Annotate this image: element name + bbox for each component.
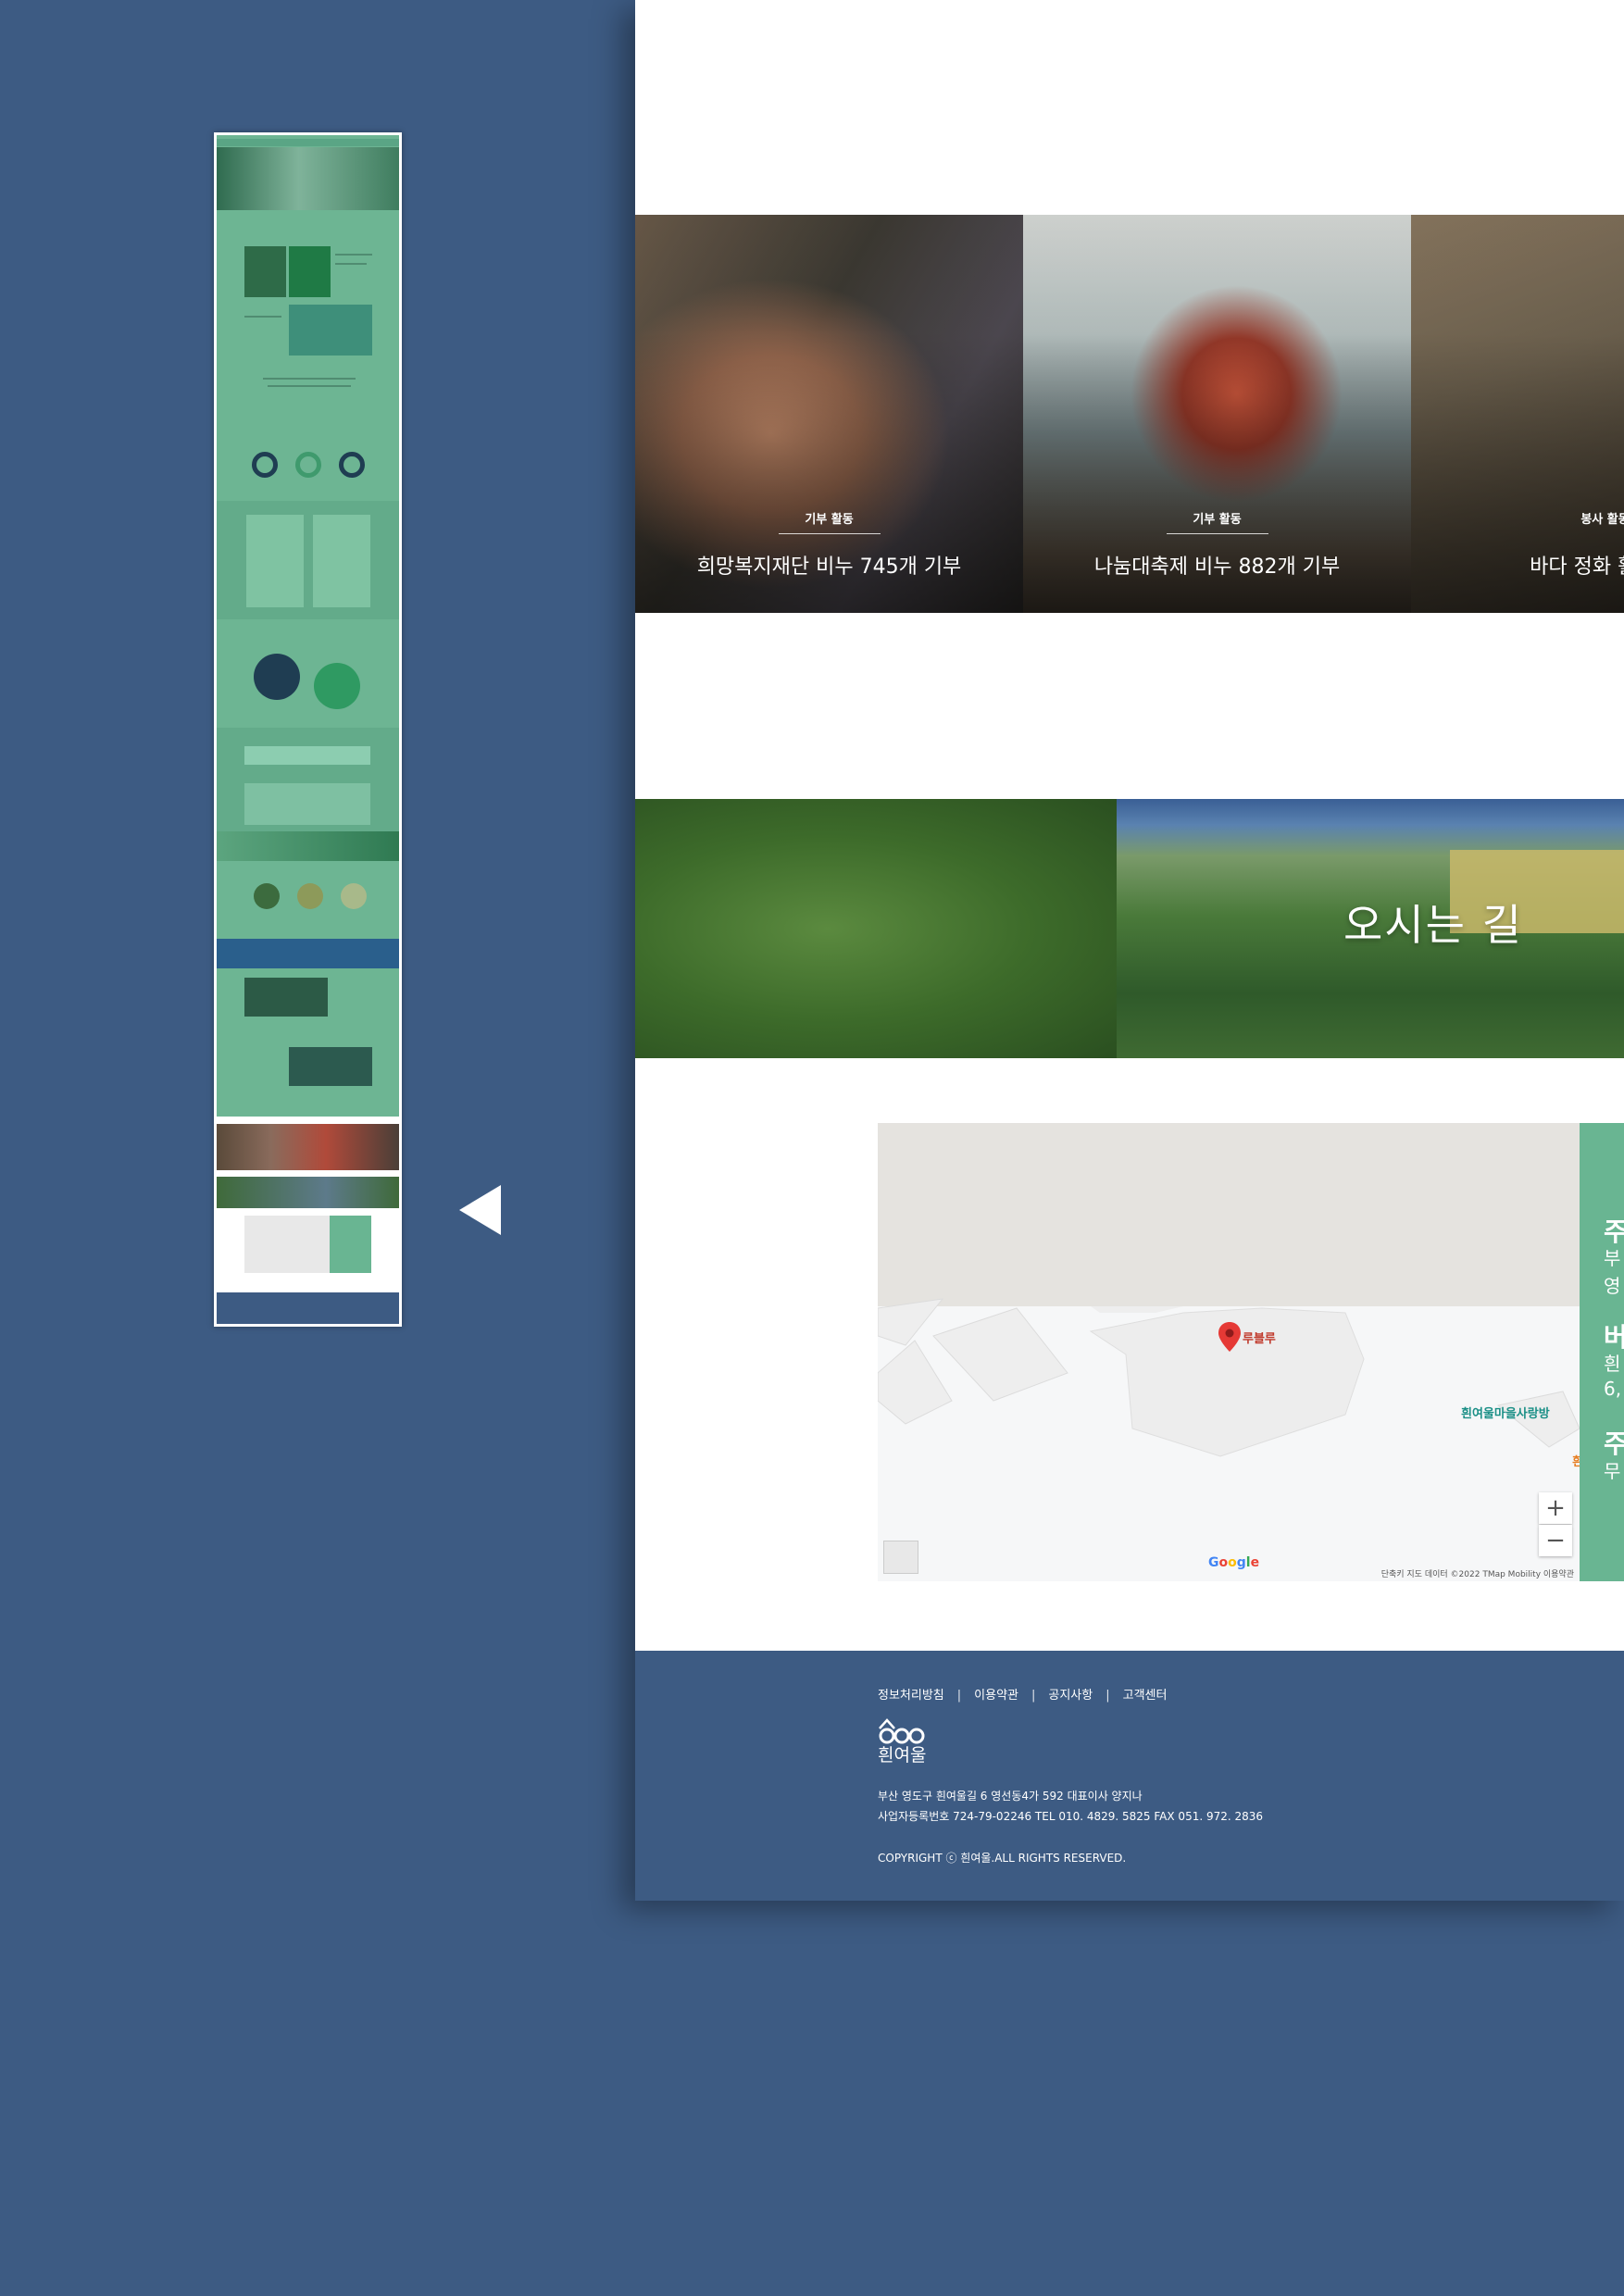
thumbnail-image	[289, 1047, 372, 1086]
thumbnail-directions-banner	[217, 1177, 399, 1208]
thumbnail-ring	[339, 452, 365, 478]
thumbnail-text	[263, 378, 356, 380]
info-text: 무	[1604, 1460, 1621, 1482]
thumbnail-icon-grid	[244, 783, 370, 825]
activity-tag: 기부 활동	[805, 513, 854, 527]
divider	[778, 533, 881, 534]
thumbnail-water-band	[217, 939, 399, 968]
thumbnail-pointer-arrow-icon	[459, 1185, 501, 1235]
thumbnail-leaf-band	[217, 831, 399, 861]
thumbnail-color-circle	[254, 654, 300, 700]
site-footer: 정보처리방침 | 이용약관 | 공지사항 | 고객센터 흰여울 부산 영도구 흰여울길 6 …	[635, 1651, 1624, 1901]
zoom-out-button[interactable]: −	[1539, 1525, 1572, 1556]
thumbnail-image	[244, 246, 286, 297]
thumbnail-text	[244, 316, 281, 318]
page-preview: 기부 활동 희망복지재단 비누 745개 기부 기부 활동 나눔대축제 비누 8…	[635, 0, 1624, 1901]
activity-title: 나눔대축제 비누 882개 기부	[1093, 555, 1341, 579]
thumbnail-image	[289, 246, 331, 297]
thumbnail-activity-photos	[217, 1124, 399, 1170]
thumbnail-photo-circle	[341, 883, 367, 909]
footer-link-privacy[interactable]: 정보처리방침	[878, 1689, 944, 1703]
zoom-in-button[interactable]: +	[1539, 1492, 1572, 1524]
footer-links: 정보처리방침 | 이용약관 | 공지사항 | 고객센터	[878, 1689, 1168, 1703]
thumbnail-footer	[217, 1292, 399, 1324]
divider	[1166, 533, 1268, 534]
thumbnail-logo-card	[313, 515, 370, 607]
google-logo: Google	[1208, 1555, 1260, 1570]
footer-logo-text: 흰여울	[878, 1745, 927, 1766]
thumbnail-text	[335, 263, 367, 265]
info-heading: 주	[1604, 1429, 1624, 1459]
footer-link-terms[interactable]: 이용약관	[974, 1689, 1018, 1703]
footer-business-info: 사업자등록번호 724-79-02246 TEL 010. 4829. 5825…	[878, 1810, 1264, 1823]
thumbnail-image	[289, 305, 372, 356]
page-thumbnail[interactable]	[214, 132, 402, 1327]
footer-link-support[interactable]: 고객센터	[1123, 1689, 1168, 1703]
footer-address: 부산 영도구 흰여울길 6 영선동4가 592 대표이사 양지나	[878, 1790, 1143, 1803]
info-text: 부	[1604, 1247, 1621, 1269]
info-text: 6,	[1604, 1378, 1622, 1400]
location-info-panel: 주 부 영 버 흰 6, 주 무	[1580, 1123, 1624, 1581]
thumbnail-ring	[295, 452, 321, 478]
thumbnail-text	[335, 254, 372, 256]
info-text: 영	[1604, 1275, 1621, 1297]
street-view-button[interactable]	[883, 1541, 918, 1574]
directions-title: 오시는 길	[1343, 900, 1523, 950]
directions-banner: 오시는 길	[635, 799, 1624, 1058]
thumbnail-photo-circle	[254, 883, 280, 909]
thumbnail-logo-section	[217, 501, 399, 619]
thumbnail-hero	[217, 147, 399, 210]
map-credits[interactable]: 단축키 지도 데이터 ©2022 TMap Mobility 이용약관	[1381, 1567, 1574, 1579]
map-poi-label: 흰여울마을사랑방	[1461, 1407, 1550, 1421]
activity-title: 희망복지재단 비누 745개 기부	[696, 555, 962, 579]
activity-title: 바다 정화 활동 참	[1530, 555, 1624, 579]
map-pin-label: 루블루	[1243, 1332, 1276, 1346]
thumbnail-color-circle	[314, 663, 360, 709]
thumbnail-header	[217, 139, 399, 146]
map-pin-icon[interactable]	[1218, 1322, 1241, 1352]
thumbnail-icon-strip	[244, 746, 370, 765]
thumbnail-image	[244, 978, 328, 1017]
thumbnail-logo-card	[246, 515, 304, 607]
thumbnail-text	[268, 385, 351, 387]
activity-tag: 봉사 활동	[1580, 513, 1624, 527]
activity-tag: 기부 활동	[1193, 513, 1242, 527]
info-text: 흰	[1604, 1353, 1621, 1375]
activity-card[interactable]: 봉사 활동 바다 정화 활동 참	[1411, 215, 1624, 613]
footer-link-notice[interactable]: 공지사항	[1048, 1689, 1093, 1703]
thumbnail-photo-circle	[297, 883, 323, 909]
thumbnail-ring	[252, 452, 278, 478]
thumbnail-map	[244, 1216, 330, 1273]
footer-copyright: COPYRIGHT ⓒ 흰여울.ALL RIGHTS RESERVED.	[878, 1852, 1127, 1865]
activity-card[interactable]: 기부 활동 나눔대축제 비누 882개 기부	[1023, 215, 1411, 613]
map-buildings	[878, 1298, 1580, 1457]
map-poi-label: 흰	[1572, 1455, 1580, 1469]
thumbnail-info	[330, 1216, 371, 1273]
activity-card[interactable]: 기부 활동 희망복지재단 비누 745개 기부	[635, 215, 1023, 613]
google-map[interactable]: 루블루 흰여울마을사랑방 흰 + − Google 단축키 지도 데이터 ©20…	[878, 1123, 1580, 1581]
